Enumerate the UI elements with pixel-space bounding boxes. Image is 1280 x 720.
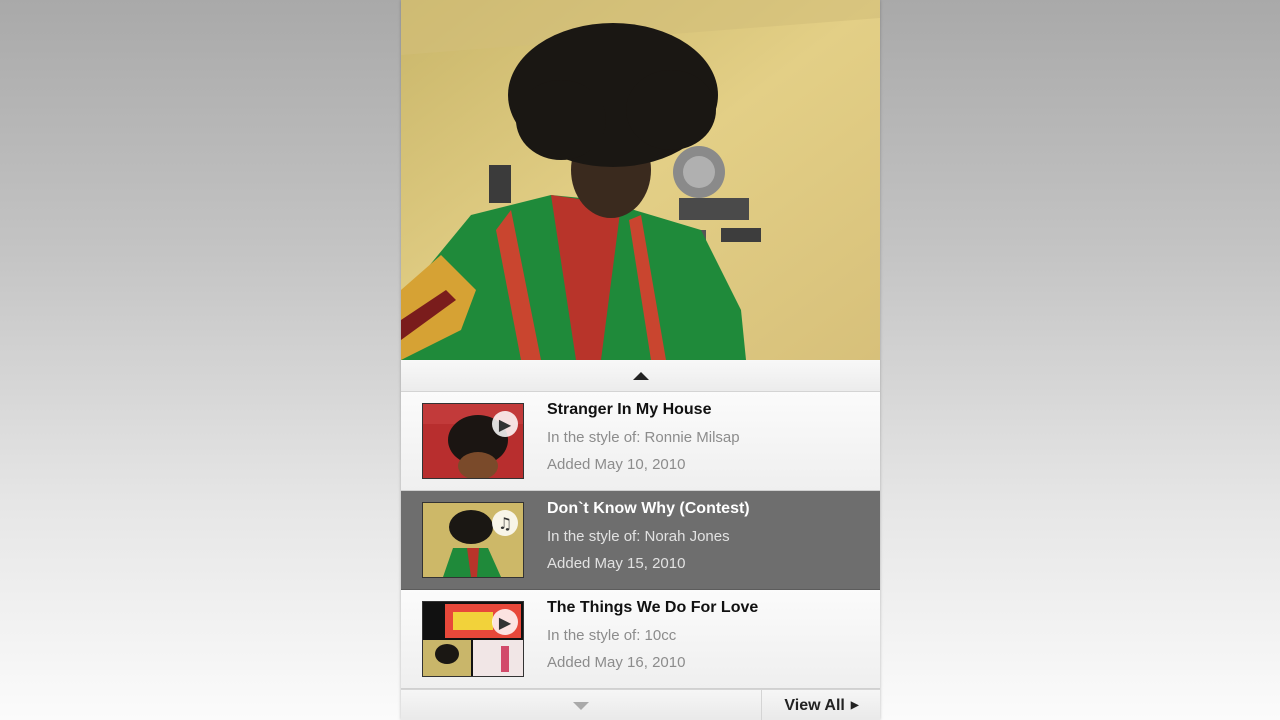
video-player-widget: ▶ Stranger In My House In the style of: …: [401, 0, 880, 720]
view-all-button[interactable]: View All ▶: [761, 690, 880, 720]
triangle-down-icon: [573, 701, 589, 710]
playlist-item-selected[interactable]: ♫ Don`t Know Why (Contest) In the style …: [401, 491, 880, 590]
video-camera-icon: ▶: [492, 609, 518, 635]
song-added-date: Added May 10, 2010: [547, 456, 686, 473]
scroll-down-button[interactable]: [401, 690, 761, 720]
song-style: In the style of: Ronnie Milsap: [547, 429, 740, 446]
video-thumbnail: ▶: [422, 601, 524, 677]
playlist-footer: View All ▶: [401, 689, 880, 720]
scroll-up-button[interactable]: [401, 360, 880, 392]
view-all-label: View All: [784, 696, 845, 714]
song-style: In the style of: 10cc: [547, 627, 677, 644]
song-title: Don`t Know Why (Contest): [547, 500, 750, 517]
song-added-date: Added May 15, 2010: [547, 555, 686, 572]
song-title: The Things We Do For Love: [547, 599, 759, 616]
playlist-item[interactable]: ▶ Stranger In My House In the style of: …: [401, 392, 880, 491]
video-still-image: [401, 0, 880, 360]
playlist: ▶ Stranger In My House In the style of: …: [401, 392, 880, 689]
video-thumbnail: ▶: [422, 403, 524, 479]
song-title: Stranger In My House: [547, 401, 712, 418]
chevron-right-icon: ▶: [850, 700, 859, 711]
triangle-up-icon: [632, 371, 649, 380]
video-thumbnail: ♫: [422, 502, 524, 578]
music-note-icon: ♫: [492, 510, 518, 536]
video-frame[interactable]: [401, 0, 880, 360]
video-camera-icon: ▶: [492, 411, 518, 437]
song-added-date: Added May 16, 2010: [547, 654, 686, 671]
playlist-item[interactable]: ▶ The Things We Do For Love In the style…: [401, 590, 880, 689]
song-style: In the style of: Norah Jones: [547, 528, 730, 545]
